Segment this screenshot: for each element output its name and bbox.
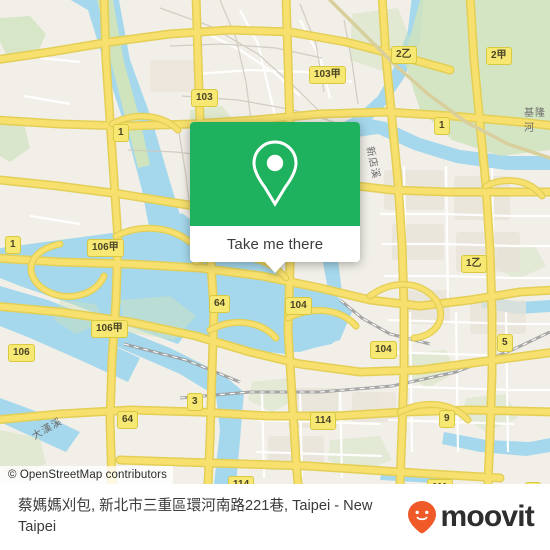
osm-attribution-text: © OpenStreetMap contributors bbox=[8, 469, 167, 481]
callout-card-action[interactable]: Take me there bbox=[190, 226, 360, 262]
road-shield: 104 bbox=[370, 341, 397, 359]
road-shield: 2乙 bbox=[391, 46, 417, 64]
road-shield: 114 bbox=[310, 412, 337, 430]
road-shield: 1 bbox=[5, 236, 21, 254]
road-shield: 5 bbox=[497, 334, 513, 352]
moovit-pin-icon bbox=[408, 501, 437, 534]
road-shield: 103甲 bbox=[309, 66, 346, 84]
road-shield: 64 bbox=[117, 411, 139, 429]
moovit-wordmark: moovit bbox=[440, 500, 534, 533]
take-me-there-label: Take me there bbox=[226, 235, 324, 253]
road-shield: 106甲 bbox=[91, 320, 128, 338]
callout-card-body: Take me there bbox=[190, 122, 360, 262]
water-label-keelung: 基隆河 bbox=[524, 108, 546, 134]
road-shield: 1 bbox=[113, 124, 129, 142]
osm-attribution[interactable]: © OpenStreetMap contributors bbox=[0, 466, 173, 484]
road-shield: 9 bbox=[439, 410, 455, 428]
road-shield: 106 bbox=[8, 344, 35, 362]
road-shield: 103 bbox=[191, 89, 218, 107]
road-shield: 64 bbox=[209, 295, 231, 313]
road-shield: 1乙 bbox=[461, 255, 487, 273]
road-shield: 2甲 bbox=[486, 47, 512, 65]
moovit-place-screenshot: 103 103甲 2乙 2甲 1 1 1 106甲 1乙 106甲 106 64 104 104 5 64 3 1… bbox=[0, 0, 550, 550]
road-shield: 106甲 bbox=[87, 239, 124, 257]
place-callout-card[interactable]: Take me there bbox=[190, 122, 360, 273]
road-shield: 104 bbox=[285, 297, 312, 315]
moovit-logo[interactable]: moovit bbox=[407, 500, 535, 534]
place-title: 蔡媽媽刈包, 新北市三重區環河南路221巷, Taipei - New Taip… bbox=[18, 498, 373, 535]
road-shield: 114 bbox=[228, 476, 255, 484]
footer-bar: 蔡媽媽刈包, 新北市三重區環河南路221巷, Taipei - New Taip… bbox=[0, 484, 550, 550]
callout-card-header bbox=[190, 122, 360, 226]
callout-card-tail bbox=[264, 261, 286, 273]
map-pin-icon bbox=[252, 140, 298, 207]
road-shield: 3 bbox=[187, 393, 203, 411]
road-shield: 1 bbox=[434, 117, 450, 135]
